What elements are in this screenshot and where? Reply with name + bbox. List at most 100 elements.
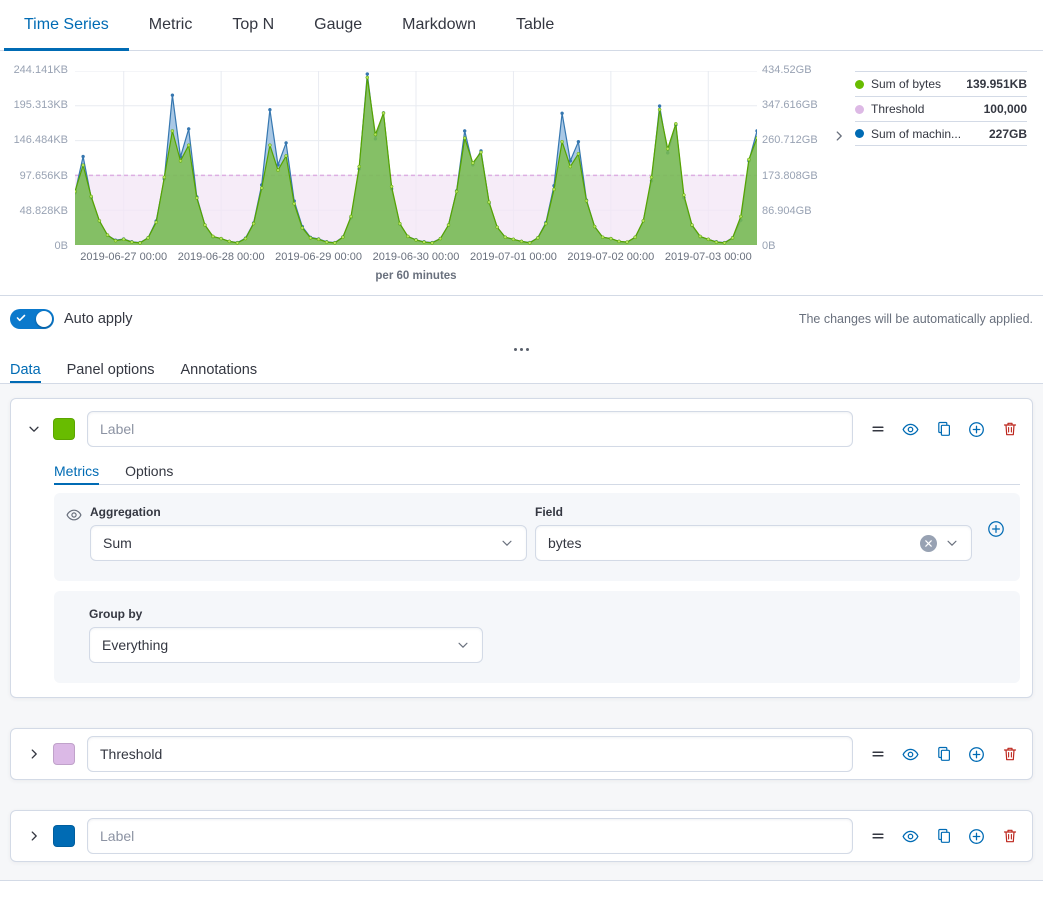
drag-handle[interactable] (869, 421, 886, 438)
tab-table[interactable]: Table (496, 0, 574, 50)
add-series-button[interactable] (968, 746, 985, 763)
delete-series-button[interactable] (1001, 421, 1018, 438)
collapse-series-button[interactable] (25, 420, 43, 438)
y-axis-left-labels: 244.141KB 195.313KB 146.484KB 97.656KB 4… (0, 64, 68, 252)
x-tick: 2019-07-02 00:00 (567, 251, 654, 263)
series-card-2 (10, 728, 1033, 780)
tab-data[interactable]: Data (10, 356, 41, 383)
field-label: Field (535, 505, 972, 519)
group-by-select[interactable]: Everything (89, 627, 483, 663)
drag-handle[interactable] (869, 746, 886, 763)
tab-metrics[interactable]: Metrics (54, 457, 99, 484)
series-color-swatch[interactable] (53, 825, 75, 847)
expand-series-button[interactable] (25, 827, 43, 845)
aggregation-value: Sum (103, 535, 500, 551)
legend-dot (855, 80, 864, 89)
toggle-knob (36, 311, 52, 327)
series-header (11, 729, 1032, 779)
delete-series-button[interactable] (1001, 746, 1018, 763)
y-right-tick: 173.808GB (762, 170, 818, 182)
x-tick: 2019-06-27 00:00 (80, 251, 167, 263)
series-color-swatch[interactable] (53, 418, 75, 440)
drag-handle[interactable] (869, 828, 886, 845)
clear-field-button[interactable] (920, 535, 937, 552)
add-metric-button[interactable] (986, 519, 1006, 539)
y-right-tick: 86.904GB (762, 205, 812, 217)
auto-apply-hint: The changes will be automatically applie… (799, 312, 1033, 326)
series-label-input[interactable] (87, 736, 853, 772)
auto-apply-toggle[interactable] (10, 309, 54, 329)
series-label-input[interactable] (87, 818, 853, 854)
clone-series-button[interactable] (935, 746, 952, 763)
y-left-tick: 146.484KB (14, 134, 68, 146)
x-axis-labels: 2019-06-27 00:00 2019-06-28 00:00 2019-0… (75, 251, 757, 265)
toggle-series-visibility-button[interactable] (902, 421, 919, 438)
copy-icon (936, 746, 952, 762)
legend-collapse-button[interactable] (830, 127, 848, 145)
series-card-1: Metrics Options Aggregation Sum Field (10, 398, 1033, 698)
tab-annotations[interactable]: Annotations (181, 356, 258, 383)
aggregation-label: Aggregation (90, 505, 527, 519)
tab-panel-options[interactable]: Panel options (67, 356, 155, 383)
y-right-tick: 0B (762, 240, 775, 252)
field-combobox[interactable]: bytes (535, 525, 972, 561)
legend-label: Threshold (871, 102, 978, 116)
copy-icon (936, 421, 952, 437)
legend-item-sum-of-machines[interactable]: Sum of machin... 227GB (855, 121, 1027, 146)
x-tick: 2019-06-28 00:00 (178, 251, 265, 263)
metric-visibility-icon[interactable] (66, 507, 82, 526)
chart-plot-area[interactable] (75, 71, 757, 245)
series-label-input[interactable] (87, 411, 853, 447)
x-tick: 2019-06-30 00:00 (373, 251, 460, 263)
copy-icon (936, 828, 952, 844)
field-field-group: Field bytes (535, 505, 972, 561)
plus-in-circle-icon (968, 746, 985, 763)
clone-series-button[interactable] (935, 421, 952, 438)
chevron-right-icon (27, 829, 41, 843)
series-actions (869, 421, 1018, 438)
toggle-series-visibility-button[interactable] (902, 746, 919, 763)
tab-markdown[interactable]: Markdown (382, 0, 496, 50)
legend-dot (855, 105, 864, 114)
chevron-right-icon (832, 129, 846, 143)
auto-apply-row: Auto apply The changes will be automatic… (0, 296, 1043, 342)
timeseries-chart: 244.141KB 195.313KB 146.484KB 97.656KB 4… (0, 51, 1043, 295)
legend-item-sum-of-bytes[interactable]: Sum of bytes 139.951KB (855, 71, 1027, 96)
chevron-down-icon (945, 536, 959, 550)
expand-series-button[interactable] (25, 745, 43, 763)
drag-handle-icon (871, 422, 885, 436)
y-axis-right-labels: 434.52GB 347.616GB 260.712GB 173.808GB 8… (762, 64, 832, 252)
y-left-tick: 97.656KB (20, 170, 68, 182)
aggregation-select[interactable]: Sum (90, 525, 527, 561)
group-by-value: Everything (102, 637, 456, 653)
tab-metric[interactable]: Metric (129, 0, 213, 50)
panel-resize-handle[interactable] (0, 342, 1043, 356)
trash-icon (1002, 828, 1018, 844)
chart-legend: Sum of bytes 139.951KB Threshold 100,000… (855, 71, 1027, 146)
chevron-down-icon (27, 422, 41, 436)
y-right-tick: 260.712GB (762, 134, 818, 146)
legend-item-threshold[interactable]: Threshold 100,000 (855, 96, 1027, 121)
chevron-right-icon (27, 747, 41, 761)
series-editor: Metrics Options Aggregation Sum Field (0, 384, 1043, 881)
plus-in-circle-icon (968, 421, 985, 438)
series-tabbar: Metrics Options (54, 457, 1020, 485)
plus-in-circle-icon (987, 520, 1005, 538)
tab-top-n[interactable]: Top N (212, 0, 294, 50)
drag-handle-icon (871, 747, 885, 761)
trash-icon (1002, 421, 1018, 437)
delete-series-button[interactable] (1001, 828, 1018, 845)
tab-time-series[interactable]: Time Series (4, 0, 129, 50)
tab-gauge[interactable]: Gauge (294, 0, 382, 50)
legend-value: 227GB (989, 127, 1027, 141)
add-series-button[interactable] (968, 828, 985, 845)
series-color-swatch[interactable] (53, 743, 75, 765)
series-actions (869, 828, 1018, 845)
toggle-series-visibility-button[interactable] (902, 828, 919, 845)
y-left-tick: 195.313KB (14, 99, 68, 111)
x-axis-title: per 60 minutes (75, 270, 757, 282)
cross-icon (924, 539, 933, 548)
clone-series-button[interactable] (935, 828, 952, 845)
tab-options[interactable]: Options (125, 457, 173, 484)
add-series-button[interactable] (968, 421, 985, 438)
